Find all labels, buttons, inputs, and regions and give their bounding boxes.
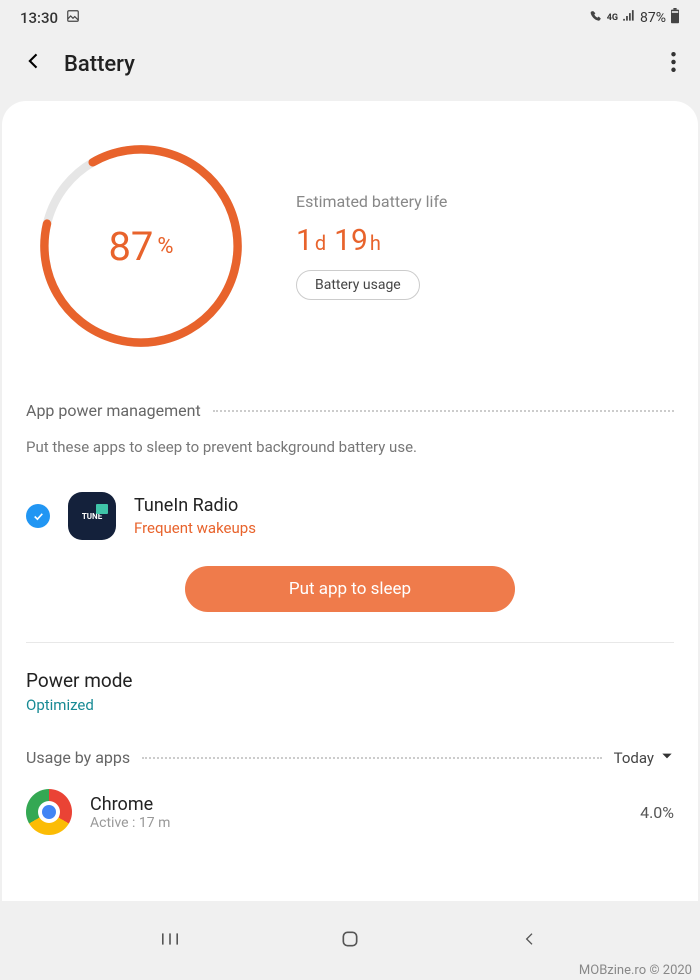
battery-percent: 87 (108, 223, 153, 270)
call-icon (590, 10, 603, 26)
divider (26, 642, 674, 643)
battery-percent-unit: % (157, 234, 173, 259)
usage-section-header: Usage by apps Today (26, 748, 674, 767)
recents-icon[interactable] (159, 928, 181, 950)
estimate-hours-unit: h (370, 231, 381, 255)
image-icon (66, 9, 80, 27)
tunein-app-icon: TUNE (68, 492, 116, 540)
more-icon[interactable] (671, 52, 676, 77)
network-type: 4G (607, 13, 618, 23)
app-usage-row[interactable]: Chrome Active : 17 m 4.0% (26, 789, 674, 835)
power-mode-title: Power mode (26, 669, 674, 692)
dotted-divider (142, 757, 601, 759)
app-sleep-row[interactable]: TUNE TuneIn Radio Frequent wakeups (26, 486, 674, 560)
estimate-days-unit: d (315, 231, 326, 255)
power-mode-value: Optimized (26, 696, 674, 714)
navigation-bar (0, 918, 700, 960)
put-to-sleep-button[interactable]: Put app to sleep (185, 566, 515, 612)
estimate-label: Estimated battery life (296, 192, 447, 211)
signal-icon (622, 9, 636, 26)
estimate-hours: 19 (334, 223, 368, 258)
watermark: MOBzine.ro © 2020 (579, 963, 692, 978)
app-power-title: App power management (26, 401, 201, 420)
battery-icon (670, 8, 680, 27)
page-title: Battery (64, 52, 651, 77)
app-name: TuneIn Radio (134, 495, 256, 516)
chrome-app-icon (26, 789, 72, 835)
app-bar: Battery (0, 31, 700, 101)
usage-app-pct: 4.0% (640, 803, 674, 822)
battery-ring[interactable]: 87 % (36, 141, 246, 351)
home-icon[interactable] (339, 928, 361, 950)
status-battery-pct: 87% (640, 10, 666, 26)
back-nav-icon[interactable] (519, 928, 541, 950)
chevron-down-icon (660, 749, 674, 767)
main-card: 87 % Estimated battery life 1d 19h Batter… (2, 101, 698, 901)
estimate-days: 1 (296, 223, 313, 258)
usage-app-name: Chrome (90, 794, 622, 815)
status-bar: 13:30 4G 87% (0, 0, 700, 31)
usage-period-label: Today (614, 749, 654, 767)
app-power-section-header: App power management (26, 401, 674, 420)
dotted-divider (213, 410, 674, 412)
usage-period-dropdown[interactable]: Today (614, 749, 674, 767)
app-power-subtitle: Put these apps to sleep to prevent backg… (26, 438, 674, 456)
battery-usage-button[interactable]: Battery usage (296, 270, 420, 300)
estimate-time: 1d 19h (296, 223, 447, 258)
power-mode-row[interactable]: Power mode Optimized (26, 669, 674, 714)
app-warning: Frequent wakeups (134, 519, 256, 537)
back-icon[interactable] (24, 51, 44, 77)
usage-app-sub: Active : 17 m (90, 815, 622, 831)
check-icon[interactable] (26, 504, 50, 528)
status-time: 13:30 (20, 9, 58, 27)
usage-title: Usage by apps (26, 748, 130, 767)
battery-summary: 87 % Estimated battery life 1d 19h Batter… (26, 141, 674, 401)
